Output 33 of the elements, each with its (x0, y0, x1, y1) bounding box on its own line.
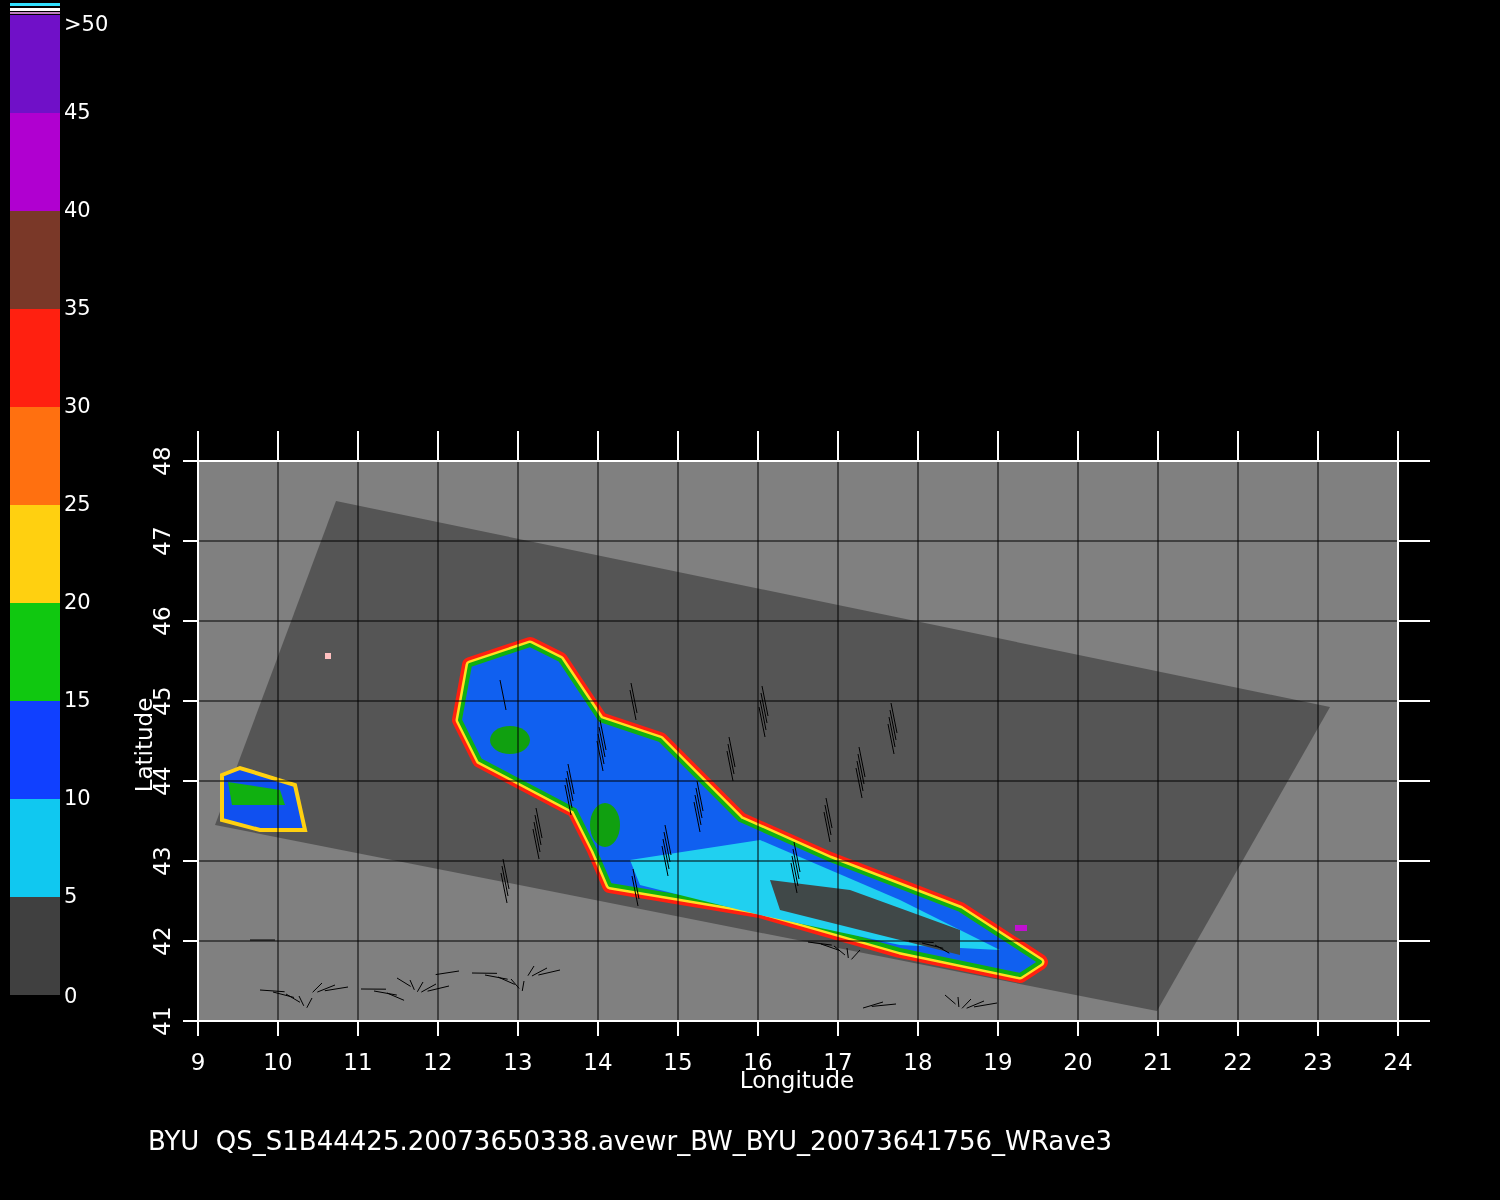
color-scale-label: 25 (64, 492, 91, 516)
color-scale-label: 10 (64, 786, 91, 810)
latitude-tick-label: 42 (149, 926, 175, 956)
longitude-tick-label: 13 (503, 1049, 533, 1075)
latitude-tick-label: 41 (149, 1006, 175, 1036)
latitude-tick-label: 47 (149, 526, 175, 556)
longitude-tick-label: 14 (583, 1049, 613, 1075)
longitude-tick-label: 19 (983, 1049, 1013, 1075)
longitude-tick-label: 20 (1063, 1049, 1093, 1075)
latitude-tick-label: 43 (149, 846, 175, 876)
longitude-tick-label: 21 (1143, 1049, 1173, 1075)
longitude-tick-label: 9 (190, 1049, 206, 1075)
color-scale-label: 30 (64, 394, 91, 418)
longitude-tick-label: 23 (1303, 1049, 1333, 1075)
color-scale-top-lines (10, 3, 60, 14)
color-scale-label: >50 (64, 12, 109, 36)
color-scale-label: 15 (64, 688, 91, 712)
plot-caption: BYU QS_S1B44425.20073650338.avewr_BW_BYU_20073641756_WRave3 (148, 1126, 1113, 1156)
color-scale-label: 20 (64, 590, 91, 614)
longitude-tick-label: 22 (1223, 1049, 1253, 1075)
longitude-tick-label: 12 (423, 1049, 453, 1075)
color-scale-label: 5 (64, 884, 78, 908)
color-scale-label: 0 (64, 984, 78, 1008)
latitude-tick-label: 48 (149, 446, 175, 476)
color-scale-label: 40 (64, 198, 91, 222)
longitude-tick-label: 18 (903, 1049, 933, 1075)
longitude-tick-label: 11 (343, 1049, 373, 1075)
longitude-tick-label: 24 (1383, 1049, 1413, 1075)
longitude-tick-label: 15 (663, 1049, 693, 1075)
latitude-tick-label: 46 (149, 606, 175, 636)
color-scale-label: 35 (64, 296, 91, 320)
color-scale-label: 45 (64, 100, 91, 124)
longitude-tick-label: 10 (263, 1049, 293, 1075)
